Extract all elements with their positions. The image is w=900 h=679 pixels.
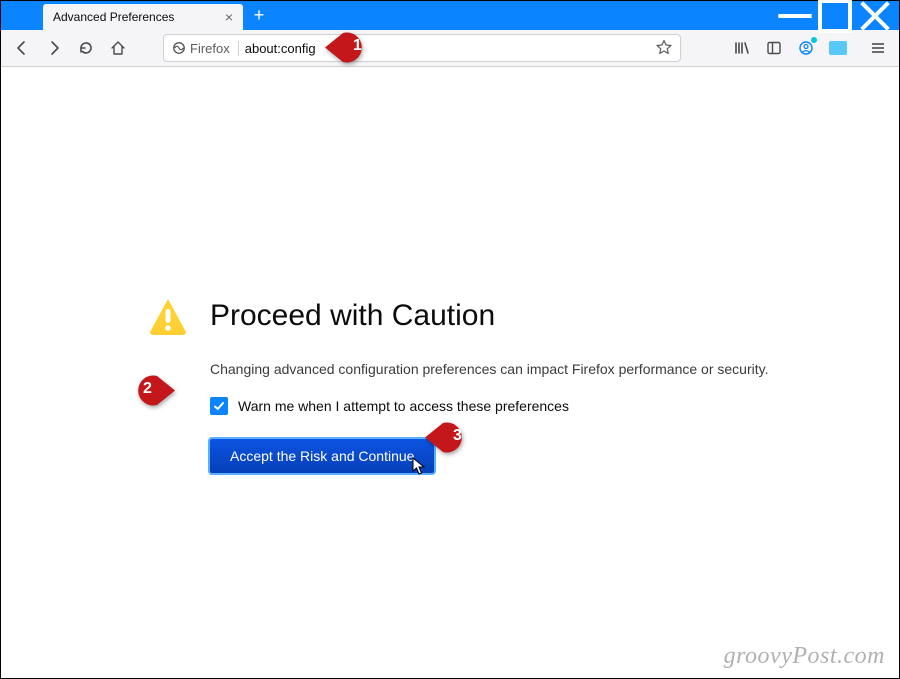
reload-icon [78, 40, 94, 56]
new-tab-button[interactable]: + [243, 1, 275, 30]
url-text: about:config [245, 41, 650, 56]
warning-heading-row: Proceed with Caution [148, 297, 788, 335]
extension-button[interactable] [823, 34, 853, 62]
notification-dot-icon [811, 37, 817, 43]
watermark: groovyPost.com [724, 643, 885, 670]
mouse-cursor-icon [412, 457, 426, 478]
account-button[interactable] [791, 34, 821, 62]
close-icon [855, 0, 895, 36]
navigation-toolbar: Firefox about:config [1, 30, 899, 67]
back-icon [14, 40, 30, 56]
warn-checkbox[interactable] [210, 397, 228, 415]
warning-triangle-icon [148, 297, 188, 335]
annotation-badge-1: 1 [325, 31, 381, 64]
annotation-number: 2 [143, 380, 152, 398]
window-controls [775, 1, 899, 30]
reload-button[interactable] [71, 34, 101, 62]
warning-body: Changing advanced configuration preferen… [210, 361, 788, 473]
extension-icon [829, 41, 847, 55]
sidebar-icon [766, 40, 782, 56]
minimize-button[interactable] [775, 1, 815, 30]
maximize-icon [815, 0, 855, 36]
firefox-icon [172, 41, 186, 55]
accept-risk-label: Accept the Risk and Continue [230, 448, 414, 464]
annotation-badge-3: 3 [425, 421, 481, 454]
close-window-button[interactable] [855, 1, 895, 30]
annotation-number: 1 [353, 37, 362, 55]
annotation-badge-2: 2 [119, 374, 175, 407]
annotation-number: 3 [453, 427, 462, 445]
warn-checkbox-row: Warn me when I attempt to access these p… [210, 397, 788, 415]
titlebar: Advanced Preferences × + [1, 1, 899, 30]
url-bar[interactable]: Firefox about:config [163, 34, 681, 62]
menu-button[interactable] [863, 34, 893, 62]
warning-heading: Proceed with Caution [210, 299, 495, 333]
hamburger-icon [870, 40, 886, 56]
toolbar-right [727, 34, 893, 62]
forward-button[interactable] [39, 34, 69, 62]
accept-risk-button[interactable]: Accept the Risk and Continue [210, 439, 434, 473]
warning-description: Changing advanced configuration preferen… [210, 361, 788, 377]
titlebar-spacer [275, 1, 775, 30]
forward-icon [46, 40, 62, 56]
titlebar-drag-region [1, 1, 43, 30]
back-button[interactable] [7, 34, 37, 62]
site-identity[interactable]: Firefox [172, 41, 239, 56]
checkmark-icon [213, 400, 225, 412]
maximize-button[interactable] [815, 1, 855, 30]
minimize-icon [775, 0, 815, 36]
home-button[interactable] [103, 34, 133, 62]
library-button[interactable] [727, 34, 757, 62]
browser-tab[interactable]: Advanced Preferences × [43, 4, 243, 30]
tab-title: Advanced Preferences [53, 10, 217, 24]
bookmark-star-icon[interactable] [656, 39, 672, 58]
content-area: Proceed with Caution Changing advanced c… [1, 67, 899, 678]
sidebar-button[interactable] [759, 34, 789, 62]
library-icon [734, 40, 750, 56]
home-icon [110, 40, 126, 56]
warn-checkbox-label: Warn me when I attempt to access these p… [238, 398, 569, 414]
close-tab-icon[interactable]: × [225, 10, 233, 24]
identity-label: Firefox [190, 41, 230, 56]
